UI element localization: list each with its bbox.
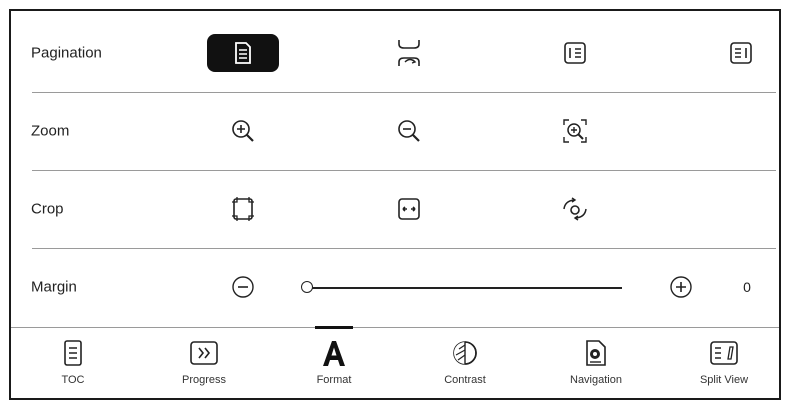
zoom-row: Zoom: [31, 93, 773, 169]
page-number-left-button[interactable]: [555, 36, 595, 70]
crop-auto-icon: [232, 197, 254, 221]
tab-label: Format: [316, 374, 352, 386]
page-single-icon: [235, 42, 251, 64]
active-tab-indicator: [315, 326, 353, 329]
crop-auto-button[interactable]: [223, 192, 263, 226]
split-view-icon: [710, 341, 738, 365]
tab-label: Navigation: [570, 374, 622, 386]
margin-slider-handle[interactable]: [301, 281, 313, 293]
margin-increase-button[interactable]: [661, 270, 701, 304]
page-turn-icon: [398, 40, 420, 66]
crop-width-button[interactable]: [389, 192, 429, 226]
crop-row: Crop: [31, 171, 773, 247]
tab-toc[interactable]: TOC: [23, 328, 123, 401]
tab-label: Contrast: [444, 374, 486, 386]
tab-split-view[interactable]: Split View: [674, 328, 774, 401]
zoom-fit-icon: [563, 119, 587, 143]
zoom-out-button[interactable]: [389, 114, 429, 148]
progress-icon: [190, 341, 218, 365]
crop-label: Crop: [31, 200, 64, 218]
reader-format-panel: Pagination Zoom Crop Margin 0 TOC Progre…: [9, 9, 781, 400]
pagination-row: Pagination: [31, 15, 773, 91]
margin-value: 0: [743, 279, 751, 295]
pagination-label: Pagination: [31, 44, 102, 62]
page-number-right-icon: [730, 42, 752, 64]
toc-icon: [64, 340, 82, 366]
zoom-in-icon: [232, 120, 254, 142]
tab-progress[interactable]: Progress: [154, 328, 254, 401]
margin-increase-icon: [670, 276, 692, 298]
tab-label: Progress: [181, 374, 227, 386]
bottom-toolbar: TOC Progress Format Contrast Navigation …: [11, 326, 779, 401]
margin-slider-track[interactable]: [307, 287, 622, 289]
tab-label: TOC: [61, 374, 85, 386]
page-number-right-button[interactable]: [721, 36, 761, 70]
margin-label: Margin: [31, 278, 77, 296]
margin-row: Margin 0: [31, 249, 773, 325]
zoom-out-icon: [398, 120, 420, 142]
tab-contrast[interactable]: Contrast: [415, 328, 515, 401]
tab-navigation[interactable]: Navigation: [546, 328, 646, 401]
zoom-label: Zoom: [31, 122, 70, 140]
tab-format[interactable]: Format: [284, 326, 384, 401]
navigation-icon: [586, 340, 606, 366]
zoom-fit-button[interactable]: [555, 114, 595, 148]
page-number-left-icon: [564, 42, 586, 64]
crop-width-icon: [398, 198, 420, 220]
contrast-icon: [453, 341, 477, 365]
page-turn-button[interactable]: [389, 36, 429, 70]
margin-decrease-icon: [232, 276, 254, 298]
margin-decrease-button[interactable]: [223, 270, 263, 304]
zoom-in-button[interactable]: [223, 114, 263, 148]
format-icon: [323, 341, 345, 366]
crop-rotate-icon: [563, 197, 587, 221]
page-single-button[interactable]: [207, 34, 279, 72]
crop-rotate-button[interactable]: [555, 192, 595, 226]
tab-label: Split View: [699, 374, 749, 386]
